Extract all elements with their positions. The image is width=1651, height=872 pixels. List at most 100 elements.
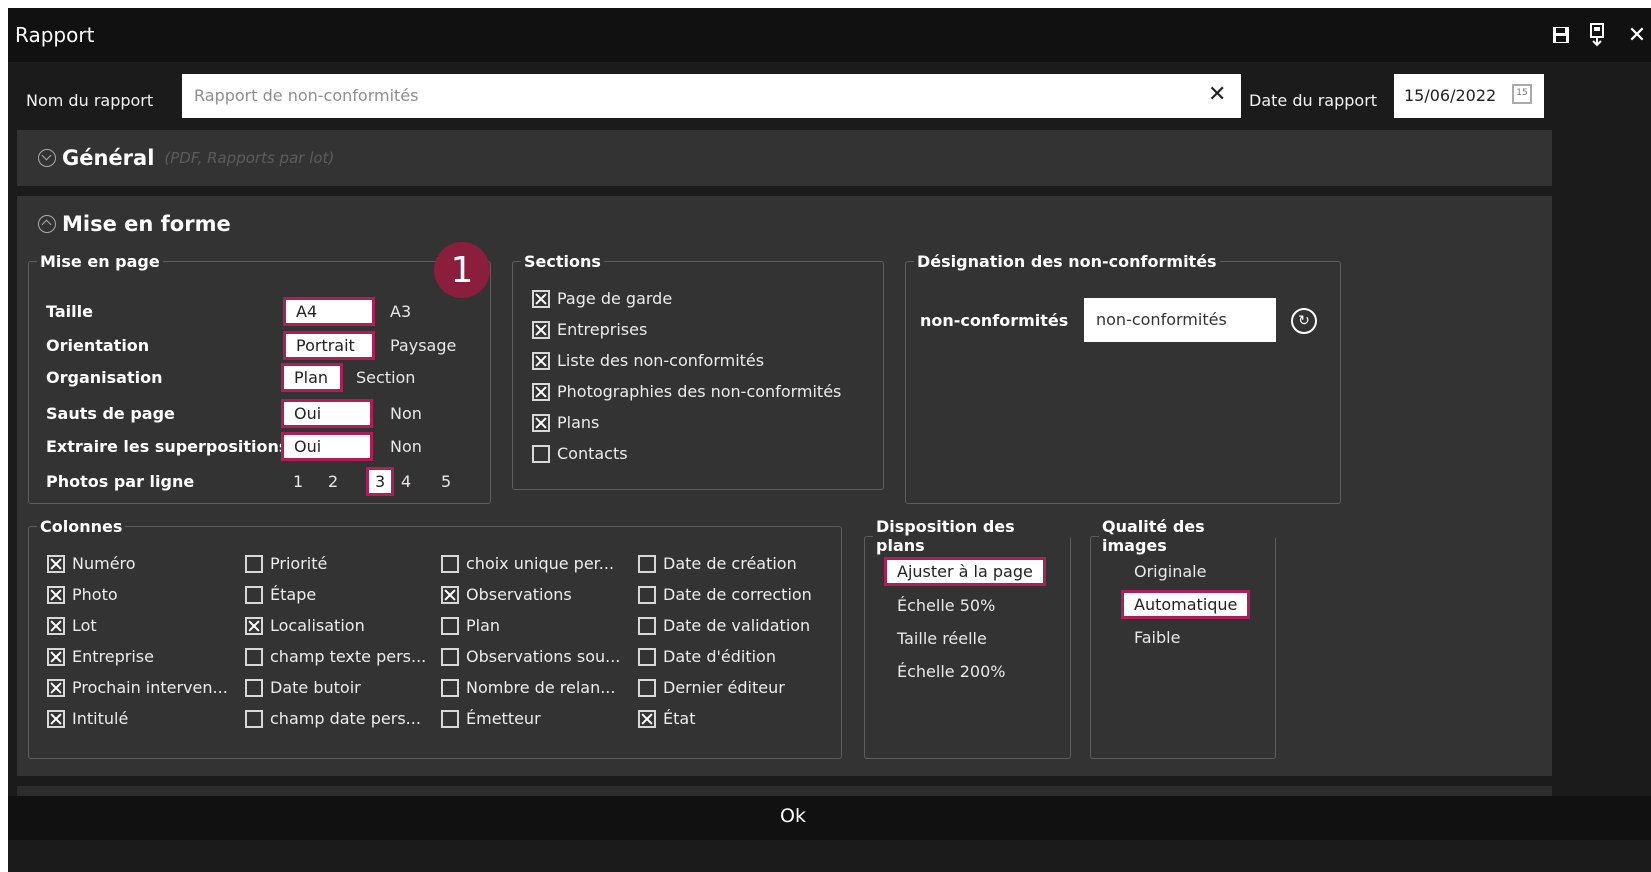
clear-icon[interactable]: ✕ — [1208, 82, 1226, 107]
checkbox-icon[interactable] — [245, 678, 263, 697]
column-checkbox[interactable]: Localisation — [245, 616, 365, 635]
column-checkbox[interactable]: Date d'édition — [638, 647, 776, 666]
checkbox-icon[interactable] — [245, 647, 263, 666]
column-checkbox[interactable]: Date de création — [638, 554, 797, 573]
column-checkbox[interactable]: choix unique per... — [441, 554, 614, 573]
close-icon[interactable]: ✕ — [1622, 20, 1651, 50]
column-checkbox[interactable]: Numéro — [47, 554, 136, 573]
column-checkbox[interactable]: Émetteur — [441, 709, 541, 728]
image-quality-group: Qualité des images — [1090, 517, 1276, 759]
column-checkbox[interactable]: Dernier éditeur — [638, 678, 785, 697]
column-checkbox[interactable]: Date de correction — [638, 585, 812, 604]
checkbox-icon[interactable] — [638, 585, 656, 604]
checkbox-icon[interactable] — [47, 647, 65, 666]
checkbox-icon[interactable] — [532, 289, 550, 308]
section-checkbox[interactable]: Contacts — [532, 444, 628, 463]
column-checkbox[interactable]: champ date pers... — [245, 709, 421, 728]
collapse-icon[interactable] — [38, 215, 56, 233]
image-quality-option[interactable]: Originale — [1134, 562, 1206, 581]
checkbox-icon[interactable] — [245, 585, 263, 604]
checkbox-icon[interactable] — [245, 554, 263, 573]
ok-button[interactable]: Ok — [780, 805, 806, 827]
section-checkbox[interactable]: Page de garde — [532, 289, 672, 308]
section-checkbox[interactable]: Photographies des non-conformités — [532, 382, 841, 401]
checkbox-icon[interactable] — [245, 616, 263, 635]
checkbox-icon[interactable] — [245, 709, 263, 728]
page-option[interactable]: Plan — [281, 363, 343, 392]
checkbox-icon[interactable] — [441, 554, 459, 573]
section-checkbox[interactable]: Plans — [532, 413, 599, 432]
column-checkbox[interactable]: Photo — [47, 585, 118, 604]
image-quality-option[interactable]: Automatique — [1121, 590, 1251, 619]
page-option[interactable]: A3 — [390, 302, 411, 321]
checkbox-icon[interactable] — [441, 709, 459, 728]
column-checkbox[interactable]: Priorité — [245, 554, 327, 573]
page-option[interactable]: Paysage — [390, 336, 456, 355]
page-option[interactable]: 2 — [328, 472, 338, 491]
column-checkbox[interactable]: champ texte pers... — [245, 647, 426, 666]
checkbox-icon[interactable] — [532, 351, 550, 370]
report-name-input[interactable]: Rapport de non-conformités — [182, 74, 1241, 118]
checkbox-icon[interactable] — [441, 616, 459, 635]
checkbox-icon[interactable] — [638, 554, 656, 573]
page-option[interactable]: 4 — [401, 472, 411, 491]
page-option[interactable]: Non — [390, 404, 422, 423]
page-option[interactable]: Section — [356, 368, 415, 387]
column-label: Priorité — [270, 554, 328, 573]
image-quality-option[interactable]: Faible — [1134, 628, 1180, 647]
column-checkbox[interactable]: Lot — [47, 616, 97, 635]
checkbox-icon[interactable] — [638, 647, 656, 666]
page-option[interactable]: Non — [390, 437, 422, 456]
column-checkbox[interactable]: Date de validation — [638, 616, 810, 635]
column-label: Localisation — [270, 616, 365, 635]
column-checkbox[interactable]: Nombre de relan... — [441, 678, 615, 697]
checkbox-icon[interactable] — [47, 678, 65, 697]
page-option[interactable]: Oui — [281, 399, 373, 428]
checkbox-icon[interactable] — [47, 554, 65, 573]
checkbox-icon[interactable] — [638, 616, 656, 635]
designation-input[interactable]: non-conformités — [1084, 298, 1276, 342]
column-checkbox[interactable]: Intitulé — [47, 709, 128, 728]
checkbox-icon[interactable] — [532, 444, 550, 463]
column-checkbox[interactable]: Plan — [441, 616, 500, 635]
checkbox-icon[interactable] — [532, 413, 550, 432]
column-checkbox[interactable]: Observations — [441, 585, 572, 604]
checkbox-icon[interactable] — [441, 678, 459, 697]
expand-icon[interactable] — [38, 149, 56, 167]
checkbox-icon[interactable] — [47, 585, 65, 604]
page-option[interactable]: 1 — [293, 472, 303, 491]
checkbox-icon[interactable] — [532, 320, 550, 339]
checkbox-icon[interactable] — [441, 647, 459, 666]
page-option[interactable]: Oui — [281, 432, 373, 461]
calendar-icon[interactable]: 15 — [1512, 84, 1532, 104]
section-checkbox[interactable]: Liste des non-conformités — [532, 351, 764, 370]
checkbox-icon[interactable] — [638, 709, 656, 728]
floppy-disk-icon[interactable] — [1546, 20, 1576, 50]
page-option[interactable]: 3 — [366, 467, 395, 496]
plan-layout-option[interactable]: Ajuster à la page — [884, 557, 1046, 586]
column-checkbox[interactable]: Étape — [245, 585, 316, 604]
formatting-header[interactable]: Mise en forme — [38, 212, 231, 236]
column-checkbox[interactable]: Date butoir — [245, 678, 361, 697]
plan-layout-option[interactable]: Échelle 50% — [897, 596, 995, 615]
column-checkbox[interactable]: Entreprise — [47, 647, 154, 666]
general-panel[interactable]: Général (PDF, Rapports par lot) — [17, 130, 1552, 186]
checkbox-icon[interactable] — [47, 709, 65, 728]
general-header[interactable]: Général (PDF, Rapports par lot) — [38, 146, 334, 170]
page-option[interactable]: Portrait — [283, 331, 375, 360]
checkbox-icon[interactable] — [47, 616, 65, 635]
reset-icon[interactable]: ↻ — [1291, 308, 1317, 334]
column-checkbox[interactable]: Prochain interven... — [47, 678, 228, 697]
plan-layout-option[interactable]: Échelle 200% — [897, 662, 1005, 681]
column-label: champ date pers... — [270, 709, 421, 728]
checkbox-icon[interactable] — [532, 382, 550, 401]
export-icon[interactable] — [1582, 20, 1612, 50]
plan-layout-option[interactable]: Taille réelle — [897, 629, 987, 648]
page-option[interactable]: 5 — [441, 472, 451, 491]
checkbox-icon[interactable] — [638, 678, 656, 697]
column-checkbox[interactable]: Observations sou... — [441, 647, 620, 666]
page-option[interactable]: A4 — [283, 297, 375, 326]
section-checkbox[interactable]: Entreprises — [532, 320, 647, 339]
column-checkbox[interactable]: État — [638, 709, 695, 728]
checkbox-icon[interactable] — [441, 585, 459, 604]
